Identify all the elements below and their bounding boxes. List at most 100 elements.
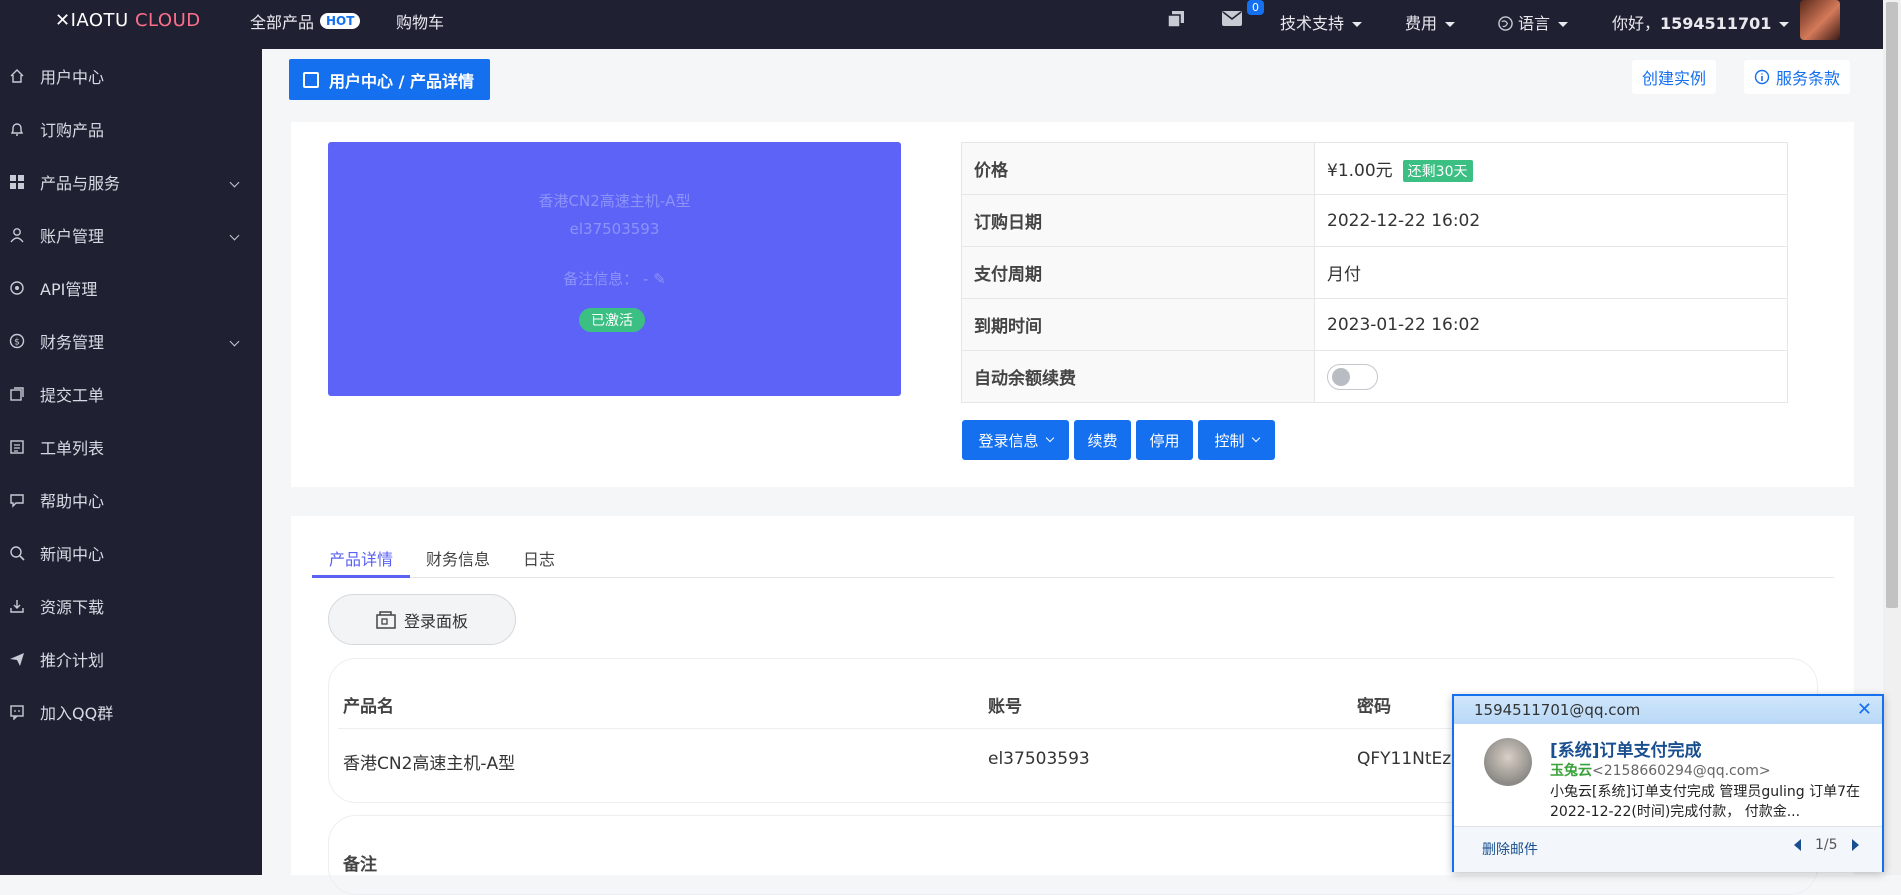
scrollbar-thumb[interactable] (1886, 2, 1898, 608)
auto-renew-label: 自动余额续费 (961, 350, 1315, 403)
back-icon (303, 71, 319, 88)
table-row: 支付周期 月付 (961, 246, 1788, 299)
support-menu[interactable]: 技术支持 (1280, 10, 1363, 34)
login-info-button[interactable]: 登录信息 (962, 420, 1069, 460)
header-product-name: 产品名 (343, 697, 394, 717)
product-id: el37503593 (569, 220, 660, 238)
table-row: 自动余额续费 (961, 350, 1788, 403)
close-icon[interactable]: ✕ (1857, 699, 1872, 720)
caret-down-icon (1445, 22, 1456, 27)
auto-renew-toggle[interactable] (1327, 363, 1378, 390)
caret-down-icon (1352, 22, 1363, 27)
order-date-label: 订购日期 (961, 194, 1315, 247)
mail-icon[interactable] (1222, 11, 1242, 30)
auto-renew-cell (1314, 350, 1788, 403)
caret-down-icon (1779, 22, 1790, 27)
edit-icon[interactable]: ✎ (653, 270, 666, 288)
popup-header: 1594511701@qq.com ✕ (1454, 696, 1882, 724)
price-value: ¥1.00元 (1327, 160, 1393, 181)
search-icon (8, 544, 26, 562)
info-icon (1754, 69, 1770, 85)
home-icon (8, 67, 26, 85)
sidebar-item-qq-group[interactable]: 加入QQ群 (0, 685, 262, 738)
cred-product-name: 香港CN2高速主机-A型 (343, 754, 516, 774)
popup-body[interactable]: 小兔云[系统]订单支付完成 管理员guling 订单7在2022-12-22(时… (1550, 782, 1872, 822)
grid-icon (8, 173, 26, 191)
sidebar-item-downloads[interactable]: 资源下载 (0, 579, 262, 632)
message-icon (8, 703, 26, 721)
payment-cycle-label: 支付周期 (961, 246, 1315, 299)
create-instance-button[interactable]: 创建实例 (1632, 60, 1717, 94)
copy-icon[interactable] (1166, 9, 1186, 33)
bell-icon (8, 120, 26, 138)
sidebar-item-referral[interactable]: 推介计划 (0, 632, 262, 685)
globe-icon (1498, 16, 1513, 31)
delete-mail-link[interactable]: 删除邮件 (1482, 839, 1538, 859)
table-row: 到期时间 2023-01-22 16:02 (961, 298, 1788, 351)
popup-title[interactable]: [系统]订单支付完成 (1550, 736, 1702, 761)
pager-text: 1/5 (1815, 837, 1838, 853)
product-name: 香港CN2高速主机-A型 (538, 192, 691, 210)
sidebar-item-ticket-list[interactable]: 工单列表 (0, 420, 262, 473)
renew-button[interactable]: 续费 (1074, 420, 1131, 460)
user-menu[interactable]: 你好，1594511701 (1612, 10, 1790, 34)
tab-product-detail[interactable]: 产品详情 (329, 546, 393, 570)
active-tab-underline (312, 575, 410, 578)
sidebar-item-order-products[interactable]: 订购产品 (0, 102, 262, 155)
fee-menu[interactable]: 费用 (1405, 10, 1456, 34)
prev-icon[interactable] (1794, 839, 1801, 851)
login-panel-button[interactable]: 登录面板 (328, 594, 516, 645)
brand-logo[interactable]: ✕IAOTU CLOUD (55, 10, 201, 31)
cred-password[interactable]: QFY11NtEz (1357, 749, 1451, 769)
cred-account[interactable]: el37503593 (988, 749, 1090, 769)
table-row: 价格 ¥1.00元 还剩30天 (961, 142, 1788, 195)
order-date-value: 2022-12-22 16:02 (1314, 194, 1788, 247)
stop-button[interactable]: 停用 (1136, 420, 1193, 460)
price-cell: ¥1.00元 还剩30天 (1314, 142, 1788, 195)
svg-text:$: $ (14, 337, 20, 347)
notes-label: 备注 (343, 855, 377, 875)
sender-avatar (1484, 738, 1532, 786)
sidebar-item-help[interactable]: 帮助中心 (0, 473, 262, 526)
sidebar: 用户中心 订购产品 产品与服务 账户管理 API管理 $ 财务管理 提交工单 工… (0, 49, 262, 875)
sidebar-item-products-services[interactable]: 产品与服务 (0, 155, 262, 208)
product-banner: 香港CN2高速主机-A型 el37503593 备注信息： - ✎ (328, 142, 901, 396)
popup-footer: 删除邮件 1/5 (1454, 826, 1882, 872)
list-icon (8, 438, 26, 456)
sidebar-item-finance[interactable]: $ 财务管理 (0, 314, 262, 367)
toggle-knob (1332, 367, 1350, 386)
chevron-down-icon (1045, 433, 1054, 443)
nav-all-products[interactable]: 全部产品 HOT (250, 9, 361, 33)
send-icon (8, 650, 26, 668)
expire-label: 到期时间 (961, 298, 1315, 351)
user-avatar[interactable] (1800, 0, 1840, 40)
scrollbar[interactable] (1883, 0, 1901, 875)
header-account: 账号 (988, 697, 1022, 717)
nav-cart[interactable]: 购物车 (396, 9, 444, 33)
download-icon (8, 597, 26, 615)
payment-cycle-value: 月付 (1314, 246, 1788, 299)
sidebar-item-account[interactable]: 账户管理 (0, 208, 262, 261)
breadcrumb[interactable]: 用户中心 / 产品详情 (289, 59, 490, 100)
hot-badge: HOT (320, 13, 361, 29)
popup-pager: 1/5 (1794, 837, 1859, 853)
ticket-icon (8, 385, 26, 403)
popup-sender: 玉兔云<2158660294@qq.com> (1550, 763, 1771, 779)
sidebar-item-api[interactable]: API管理 (0, 261, 262, 314)
product-info-table: 价格 ¥1.00元 还剩30天 订购日期 2022-12-22 16:02 支付周… (961, 142, 1788, 403)
sidebar-item-submit-ticket[interactable]: 提交工单 (0, 367, 262, 420)
detail-tabs: 产品详情 财务信息 日志 (312, 542, 1834, 578)
tab-finance[interactable]: 财务信息 (426, 546, 490, 570)
language-menu[interactable]: 语言 (1498, 10, 1569, 34)
tab-log[interactable]: 日志 (523, 546, 555, 570)
expire-value: 2023-01-22 16:02 (1314, 298, 1788, 351)
terms-button[interactable]: 服务条款 (1744, 60, 1851, 94)
caret-down-icon (1558, 22, 1569, 27)
control-button[interactable]: 控制 (1198, 420, 1275, 460)
money-icon: $ (8, 332, 26, 350)
sidebar-item-user-center[interactable]: 用户中心 (0, 49, 262, 102)
sidebar-item-news[interactable]: 新闻中心 (0, 526, 262, 579)
popup-email: 1594511701@qq.com (1474, 701, 1641, 719)
chevron-down-icon (229, 336, 240, 347)
next-icon[interactable] (1851, 839, 1859, 851)
